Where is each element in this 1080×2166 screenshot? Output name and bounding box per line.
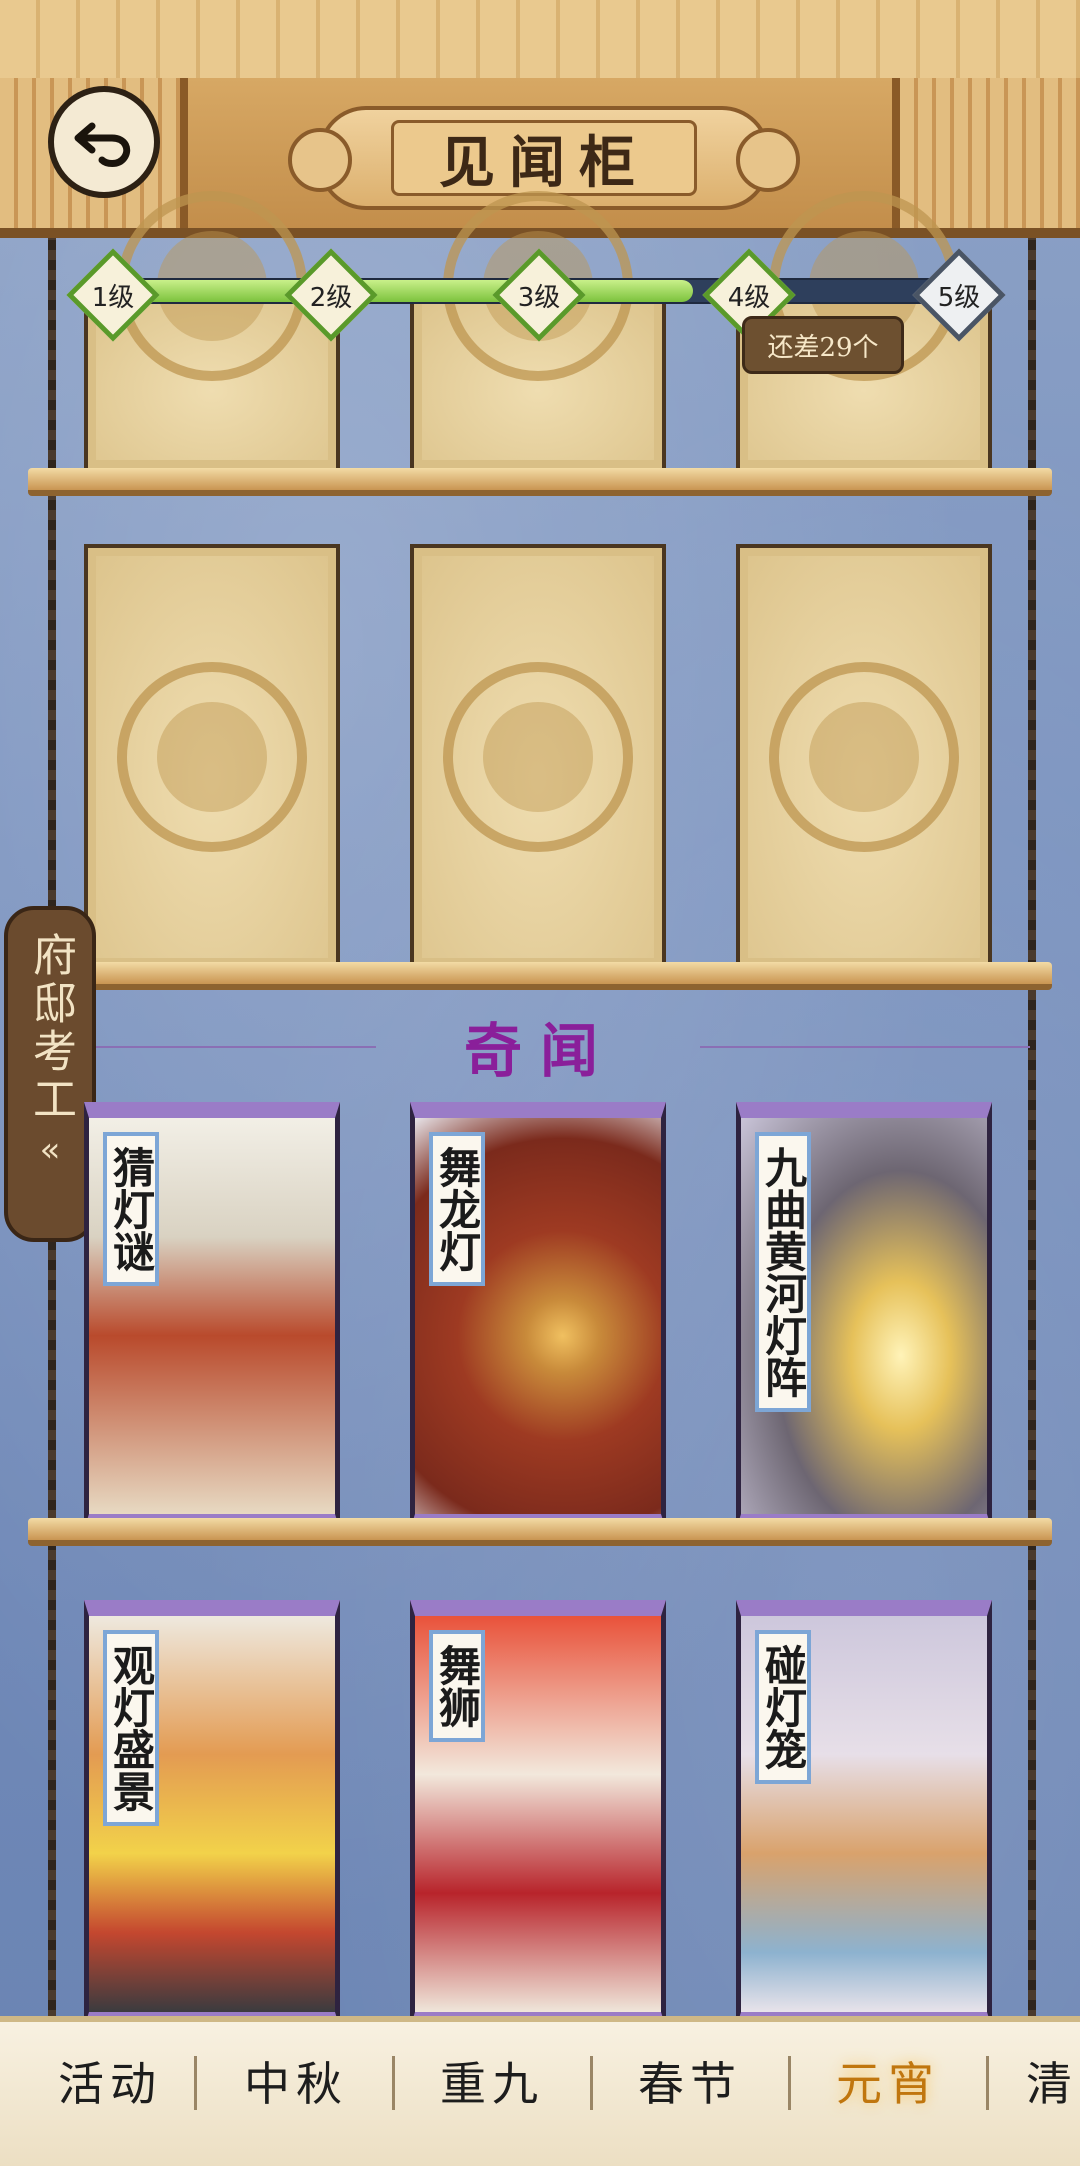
plaque-ornament-left (288, 128, 352, 192)
collection-slot[interactable] (410, 544, 666, 970)
tab-qingming[interactable]: 清 (1026, 2036, 1080, 2126)
emblem-icon (769, 662, 959, 852)
tab-separator (788, 2056, 791, 2110)
collection-slot[interactable] (84, 544, 340, 970)
shelf (28, 962, 1052, 990)
tab-separator (392, 2056, 395, 2110)
event-card-guess-lantern-riddles[interactable]: 猜灯谜 (84, 1102, 340, 1530)
header-right-panel (892, 78, 1080, 228)
back-button[interactable] (48, 86, 160, 198)
event-card-yellow-river-lantern-maze[interactable]: 九曲黄河灯阵 (736, 1102, 992, 1530)
tab-separator (986, 2056, 989, 2110)
event-card-lantern-viewing[interactable]: 观灯盛景 (84, 1600, 340, 2028)
tab-activity[interactable]: 活动 (30, 2036, 190, 2126)
card-title: 猜灯谜 (103, 1132, 159, 1286)
section-title: 奇闻 (463, 1017, 616, 1085)
back-arrow-icon (74, 122, 131, 167)
level-progress-fill (122, 280, 694, 302)
emblem-icon (443, 662, 633, 852)
tab-double-ninth[interactable]: 重九 (412, 2036, 572, 2126)
shelf (28, 468, 1052, 496)
card-title: 舞狮 (429, 1630, 485, 1742)
remaining-count-badge: 还差29个 (742, 316, 904, 374)
rope-right (1028, 230, 1036, 2030)
level-node-2[interactable]: 2级 (284, 248, 378, 342)
collection-slot[interactable] (736, 544, 992, 970)
shelf (28, 1518, 1052, 1546)
tab-separator (590, 2056, 593, 2110)
event-card-lantern-touching[interactable]: 碰灯笼 (736, 1600, 992, 2028)
card-title: 舞龙灯 (429, 1132, 485, 1286)
tab-spring-festival[interactable]: 春节 (610, 2036, 770, 2126)
card-title: 九曲黄河灯阵 (755, 1132, 811, 1412)
card-title: 碰灯笼 (755, 1630, 811, 1784)
event-card-dragon-lantern-dance[interactable]: 舞龙灯 (410, 1102, 666, 1530)
card-title: 观灯盛景 (103, 1630, 159, 1826)
side-tab-label: 府邸考工 (25, 932, 76, 1124)
plaque-ornament-right (736, 128, 800, 192)
event-card-lion-dance[interactable]: 舞狮 (410, 1600, 666, 2028)
section-divider-right (700, 1046, 1030, 1048)
bamboo-blind (0, 0, 1080, 84)
double-chevron-left-icon: « (39, 1130, 61, 1170)
tab-mid-autumn[interactable]: 中秋 (216, 2036, 376, 2126)
level-node-5[interactable]: 5级 (912, 248, 1006, 342)
tab-separator (194, 2056, 197, 2110)
level-node-1[interactable]: 1级 (66, 248, 160, 342)
level-node-3[interactable]: 3级 (492, 248, 586, 342)
tab-lantern-festival[interactable]: 元宵 (808, 2036, 968, 2126)
section-divider-left (96, 1046, 376, 1048)
page-title: 见闻柜 (391, 120, 697, 196)
emblem-icon (117, 662, 307, 852)
side-tab-mansion[interactable]: 府邸考工 « (4, 906, 96, 1242)
